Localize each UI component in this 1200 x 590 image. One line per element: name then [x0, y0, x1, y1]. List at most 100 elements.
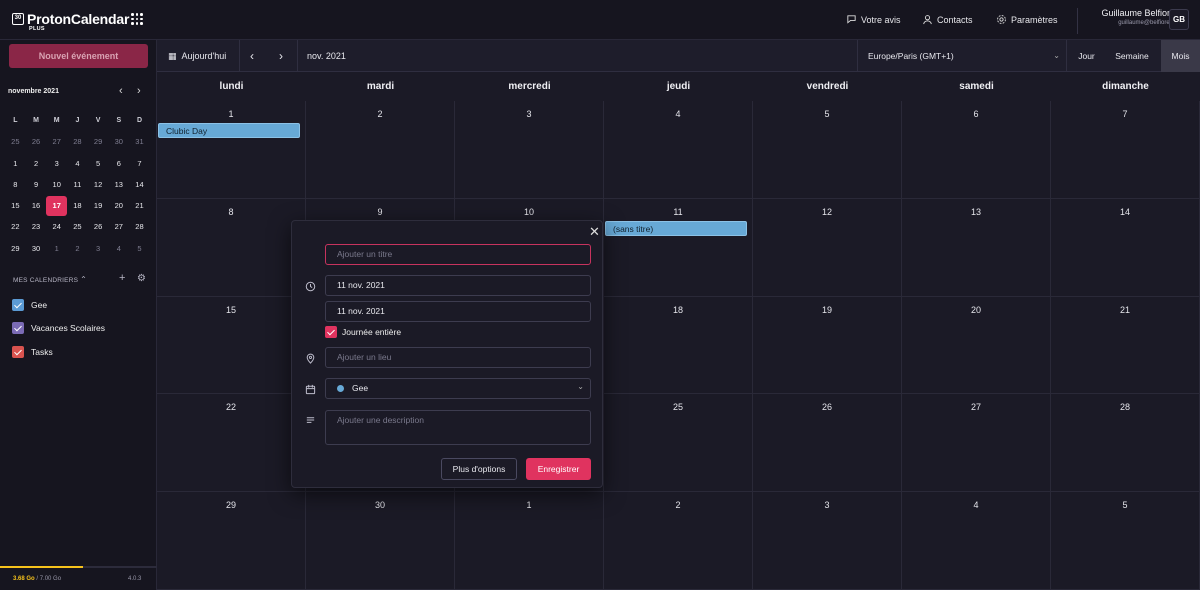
day-cell[interactable]: 22	[157, 394, 306, 493]
day-cell[interactable]: 12	[753, 198, 902, 297]
chevron-right-icon[interactable]: ›	[279, 40, 283, 72]
day-cell[interactable]: 2	[604, 492, 753, 590]
day-cell[interactable]: 4	[902, 492, 1051, 590]
minical-day[interactable]: 29	[88, 131, 109, 152]
minical-day[interactable]: 7	[129, 153, 150, 174]
minical-day[interactable]: 10	[46, 174, 67, 195]
user-menu[interactable]: Guillaume Belfiore guillaume@belfiore.fr	[1077, 8, 1175, 34]
day-cell[interactable]: 3	[753, 492, 902, 590]
minical-day[interactable]: 2	[67, 238, 88, 259]
view-month[interactable]: Mois	[1161, 40, 1200, 72]
minical-day[interactable]: 24	[46, 216, 67, 237]
calendar-item-gee[interactable]: Gee	[12, 299, 47, 311]
day-cell[interactable]: 5	[753, 101, 902, 199]
minical-today[interactable]: 17	[46, 195, 68, 216]
minical-day[interactable]: 25	[5, 131, 26, 152]
minical-day[interactable]: 21	[129, 195, 150, 216]
minical-day[interactable]: 27	[46, 131, 67, 152]
minical-prev-icon[interactable]: ‹	[119, 85, 123, 97]
minical-day[interactable]: 1	[5, 153, 26, 174]
feedback-link[interactable]: Votre avis	[846, 14, 901, 25]
day-cell[interactable]: 19	[753, 296, 902, 395]
day-cell[interactable]: 26	[753, 394, 902, 493]
calendar-settings-icon[interactable]: ⚙	[137, 273, 146, 284]
minical-day[interactable]: 3	[88, 238, 109, 259]
minical-day[interactable]: 27	[108, 216, 129, 237]
day-cell[interactable]: 1	[455, 492, 604, 590]
day-cell[interactable]: 15	[157, 296, 306, 395]
apps-grid-icon[interactable]	[131, 13, 143, 25]
add-calendar-icon[interactable]: +	[119, 272, 125, 284]
minical-day[interactable]: 3	[46, 153, 67, 174]
day-cell[interactable]: 11	[604, 198, 753, 297]
checkbox-icon[interactable]	[12, 299, 24, 311]
new-event-button[interactable]: Nouvel événement	[9, 44, 148, 68]
minical-day[interactable]: 4	[67, 153, 88, 174]
event-chip[interactable]: Clubic Day	[158, 123, 300, 138]
minical-day[interactable]: 18	[67, 195, 88, 216]
minical-day[interactable]: 30	[26, 238, 47, 259]
day-cell[interactable]: 30	[306, 492, 455, 590]
minical-day[interactable]: 31	[129, 131, 150, 152]
today-button[interactable]: ▦ Aujourd'hui	[168, 40, 226, 72]
day-cell[interactable]: 5	[1051, 492, 1200, 590]
minical-day[interactable]: 28	[67, 131, 88, 152]
timezone-select[interactable]: Europe/Paris (GMT+1) ⌄	[857, 40, 1067, 72]
minical-day[interactable]: 12	[88, 174, 109, 195]
day-cell[interactable]: 29	[157, 492, 306, 590]
minical-day[interactable]: 20	[108, 195, 129, 216]
minical-day[interactable]: 22	[5, 216, 26, 237]
day-cell[interactable]: 7	[1051, 101, 1200, 199]
minical-day[interactable]: 8	[5, 174, 26, 195]
minical-day[interactable]: 2	[26, 153, 47, 174]
day-cell[interactable]: 1	[157, 101, 306, 199]
description-textarea[interactable]: Ajouter une description	[325, 410, 591, 445]
day-cell[interactable]: 18	[604, 296, 753, 395]
all-day-checkbox[interactable]	[325, 326, 337, 338]
my-calendars-title[interactable]: MES CALENDRIERS ⌃	[13, 275, 87, 284]
event-chip[interactable]: (sans titre)	[605, 220, 747, 236]
day-cell[interactable]: 20	[902, 296, 1051, 395]
day-cell[interactable]: 28	[1051, 394, 1200, 493]
checkbox-icon[interactable]	[12, 322, 24, 334]
day-cell[interactable]: 14	[1051, 198, 1200, 297]
view-day[interactable]: Jour	[1069, 40, 1104, 72]
app-logo[interactable]: 30 ProtonCalendar	[12, 11, 129, 27]
close-icon[interactable]: ✕	[589, 224, 600, 240]
minical-next-icon[interactable]: ›	[137, 85, 141, 97]
chevron-left-icon[interactable]: ‹	[250, 40, 254, 72]
day-cell[interactable]: 21	[1051, 296, 1200, 395]
day-cell[interactable]: 3	[455, 101, 604, 199]
minical-day[interactable]: 9	[26, 174, 47, 195]
minical-day[interactable]: 6	[108, 153, 129, 174]
avatar[interactable]: GB	[1169, 9, 1189, 30]
minical-day[interactable]: 5	[129, 238, 150, 259]
calendar-select[interactable]: Gee ⌄	[325, 378, 591, 399]
more-options-button[interactable]: Plus d'options	[441, 458, 517, 480]
view-week[interactable]: Semaine	[1110, 40, 1154, 72]
minical-day[interactable]: 26	[88, 216, 109, 237]
end-date-field[interactable]: 11 nov. 2021	[325, 301, 591, 322]
title-input[interactable]: Ajouter un titre	[325, 244, 591, 265]
day-cell[interactable]: 6	[902, 101, 1051, 199]
minical-day[interactable]: 11	[67, 174, 88, 195]
minical-day[interactable]: 23	[26, 216, 47, 237]
minical-day[interactable]: 5	[88, 153, 109, 174]
settings-link[interactable]: Paramètres	[996, 14, 1058, 25]
minical-day[interactable]: 19	[88, 195, 109, 216]
minical-day[interactable]: 30	[108, 131, 129, 152]
minical-day[interactable]: 29	[5, 238, 26, 259]
day-cell[interactable]: 4	[604, 101, 753, 199]
minical-day[interactable]: 25	[67, 216, 88, 237]
start-date-field[interactable]: 11 nov. 2021	[325, 275, 591, 296]
minical-day[interactable]: 16	[26, 195, 47, 216]
minical-day[interactable]: 1	[46, 238, 67, 259]
day-cell[interactable]: 13	[902, 198, 1051, 297]
save-button[interactable]: Enregistrer	[526, 458, 591, 480]
checkbox-icon[interactable]	[12, 346, 24, 358]
calendar-item-tasks[interactable]: Tasks	[12, 346, 53, 358]
day-cell[interactable]: 2	[306, 101, 455, 199]
calendar-item-vacances[interactable]: Vacances Scolaires	[12, 322, 105, 334]
day-cell[interactable]: 25	[604, 394, 753, 493]
minical-day[interactable]: 26	[26, 131, 47, 152]
